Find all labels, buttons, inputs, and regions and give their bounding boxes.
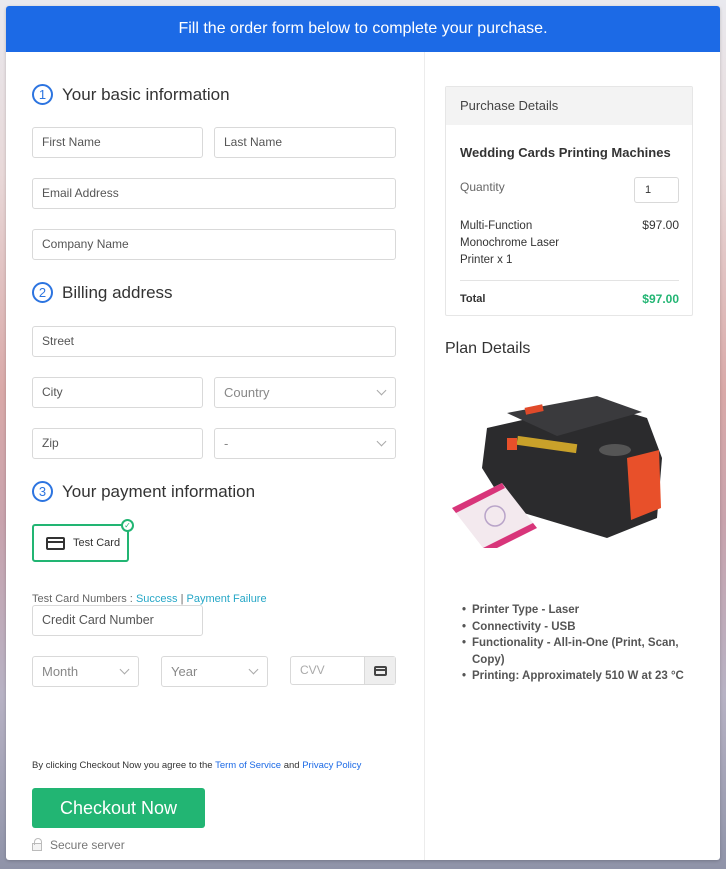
last-name-input[interactable]: Last Name [214, 127, 396, 158]
section-title: Your basic information [62, 84, 230, 104]
quantity-input[interactable]: 1 [634, 177, 679, 203]
credit-card-icon [46, 536, 65, 550]
purchase-details-header: Purchase Details [446, 87, 692, 125]
section-title: Billing address [62, 282, 173, 302]
secure-label: Secure server [50, 838, 125, 852]
state-select[interactable]: - [214, 428, 396, 459]
lock-icon [32, 838, 42, 851]
step-number-icon: 1 [32, 84, 53, 105]
section-basic-info: 1 Your basic information [32, 84, 230, 105]
plan-features: Printer Type - Laser Connectivity - USB … [462, 602, 692, 685]
chevron-down-icon [376, 385, 387, 396]
first-name-input[interactable]: First Name [32, 127, 203, 158]
credit-card-icon [373, 665, 387, 676]
divider [460, 280, 679, 281]
section-title: Your payment information [62, 481, 256, 501]
summary-column: Purchase Details Wedding Cards Printing … [425, 52, 720, 860]
test-card-option[interactable]: Test Card ✓ [32, 519, 134, 562]
purchase-details-panel: Purchase Details Wedding Cards Printing … [445, 86, 693, 316]
chevron-down-icon [376, 436, 387, 447]
check-icon: ✓ [121, 519, 134, 532]
section-billing: 2 Billing address [32, 282, 173, 303]
email-input[interactable]: Email Address [32, 178, 396, 209]
test-card-label: Test Card [73, 537, 121, 549]
step-number-icon: 3 [32, 481, 53, 502]
street-input[interactable]: Street [32, 326, 396, 357]
item-price: $97.00 [642, 218, 679, 232]
test-card-numbers: Test Card Numbers : Success | Payment Fa… [32, 593, 267, 605]
country-value: Country [224, 385, 270, 400]
agreement-prefix: By clicking Checkout Now you agree to th… [32, 760, 213, 771]
total-value: $97.00 [642, 292, 679, 306]
zip-input[interactable]: Zip [32, 428, 203, 459]
printer-image [452, 396, 662, 548]
feature-item: Printer Type - Laser [462, 602, 692, 619]
feature-item: Connectivity - USB [462, 619, 692, 636]
product-title: Wedding Cards Printing Machines [460, 145, 671, 160]
plan-details-title: Plan Details [445, 340, 531, 357]
section-payment: 3 Your payment information [32, 481, 255, 502]
total-label: Total [460, 293, 486, 305]
success-link[interactable]: Success [136, 593, 178, 605]
chevron-down-icon [248, 664, 259, 675]
item-name: Multi-Function Monochrome Laser Printer … [460, 220, 560, 266]
cvv-card-button[interactable] [364, 657, 395, 684]
privacy-link[interactable]: Privacy Policy [302, 760, 361, 771]
step-number-icon: 2 [32, 282, 53, 303]
banner: Fill the order form below to complete yo… [6, 6, 720, 52]
form-column: 1 Your basic information First Name Last… [6, 52, 425, 860]
year-select[interactable]: Year [161, 656, 268, 687]
separator: | [180, 593, 184, 605]
cvv-placeholder: CVV [300, 663, 325, 677]
cvv-input[interactable]: CVV [290, 656, 396, 685]
quantity-label: Quantity [460, 180, 505, 194]
feature-item: Functionality - All-in-One (Print, Scan,… [462, 635, 692, 668]
test-numbers-label: Test Card Numbers : [32, 593, 133, 605]
secure-server: Secure server [32, 838, 125, 852]
terms-link[interactable]: Term of Service [215, 760, 281, 771]
payment-failure-link[interactable]: Payment Failure [187, 593, 267, 605]
agreement-and: and [283, 760, 300, 771]
credit-card-number-input[interactable]: Credit Card Number [32, 605, 203, 636]
checkout-now-button[interactable]: Checkout Now [32, 788, 205, 828]
city-input[interactable]: City [32, 377, 203, 408]
state-value: - [224, 436, 229, 451]
month-select[interactable]: Month [32, 656, 139, 687]
company-input[interactable]: Company Name [32, 229, 396, 260]
month-value: Month [42, 664, 79, 679]
feature-item: Printing: Approximately 510 W at 23 °C [462, 668, 692, 685]
year-value: Year [171, 664, 198, 679]
order-form-card: Fill the order form below to complete yo… [6, 6, 720, 860]
agreement-text: By clicking Checkout Now you agree to th… [32, 760, 361, 771]
chevron-down-icon [119, 664, 130, 675]
country-select[interactable]: Country [214, 377, 396, 408]
